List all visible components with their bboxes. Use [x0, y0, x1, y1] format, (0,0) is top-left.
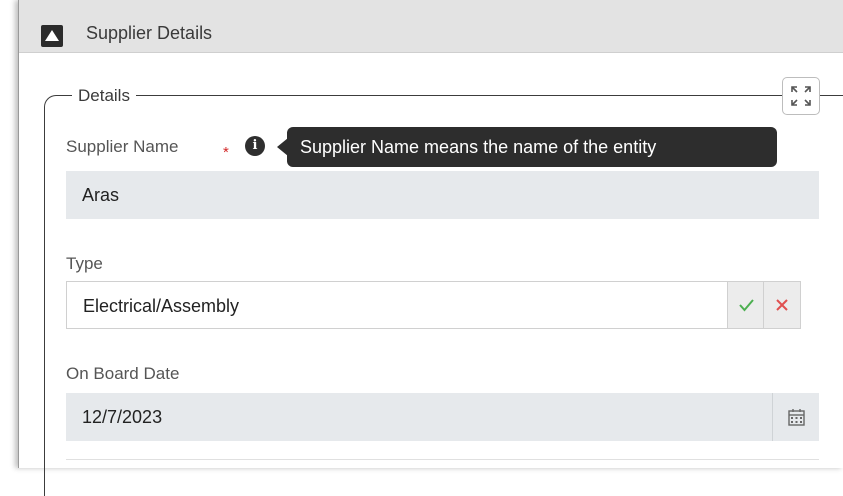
close-icon: [776, 299, 788, 311]
expand-arrows-icon: [791, 86, 811, 106]
on-board-date-label: On Board Date: [66, 364, 180, 383]
panel-title: Supplier Details: [86, 23, 213, 43]
divider: [66, 459, 819, 460]
details-legend: Details: [72, 86, 136, 106]
panel-header: Supplier Details: [19, 0, 843, 53]
type-input[interactable]: Electrical/Assembly: [66, 281, 728, 329]
cancel-button[interactable]: [764, 281, 801, 329]
supplier-details-panel: Supplier Details Details Supplier Name *…: [18, 0, 843, 496]
confirm-button[interactable]: [727, 281, 764, 329]
expand-button[interactable]: [782, 77, 820, 115]
type-label: Type: [66, 254, 103, 273]
required-marker: *: [223, 144, 229, 161]
info-icon[interactable]: i: [245, 136, 265, 156]
supplier-name-label: Supplier Name: [66, 137, 179, 156]
check-icon: [739, 299, 754, 312]
calendar-icon: [788, 409, 805, 426]
supplier-name-field[interactable]: Aras: [66, 171, 819, 219]
on-board-date-field[interactable]: 12/7/2023: [66, 393, 819, 441]
collapse-button[interactable]: [41, 25, 63, 47]
triangle-up-icon: [45, 30, 59, 41]
supplier-name-tooltip: Supplier Name means the name of the enti…: [287, 127, 777, 167]
calendar-button[interactable]: [772, 393, 819, 441]
